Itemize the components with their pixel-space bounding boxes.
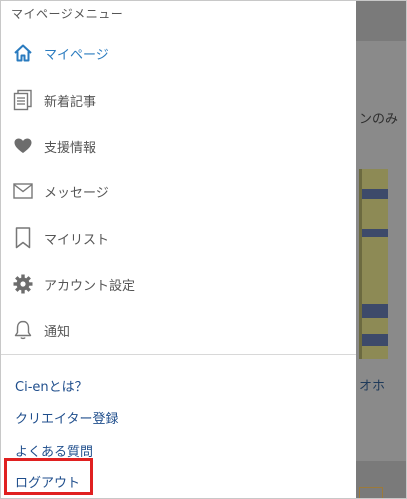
background-button: [359, 487, 383, 498]
menu-item-label: アカウント設定: [44, 278, 136, 294]
menu-item-notifications[interactable]: 通知: [1, 310, 356, 350]
background-text: ンのみ: [359, 112, 399, 127]
menu-item-label: メッセージ: [44, 185, 109, 201]
mail-icon: [12, 180, 34, 202]
menu-item-new-articles[interactable]: 新着記事: [1, 80, 356, 120]
document-icon: [12, 89, 34, 111]
menu-item-label: マイリスト: [44, 232, 110, 248]
mypage-menu-drawer: マイページメニュー マイページ 新着記事 支援情報 メッセージ マイリスト アカ…: [1, 1, 356, 498]
menu-item-mylist[interactable]: マイリスト: [1, 218, 356, 258]
heart-icon: [12, 135, 34, 157]
menu-item-messages[interactable]: メッセージ: [1, 171, 356, 211]
bookmark-icon: [12, 227, 34, 249]
menu-item-mypage[interactable]: マイページ: [1, 33, 356, 73]
menu-item-account-settings[interactable]: アカウント設定: [1, 264, 356, 304]
menu-item-support-info[interactable]: 支援情報: [1, 126, 356, 166]
home-icon: [12, 42, 34, 64]
drawer-title: マイページメニュー: [11, 7, 124, 21]
app-frame: ンのみ オホ マイページメニュー マイページ 新着記事 支援情報 メッセージ マ…: [0, 0, 407, 499]
menu-item-label: 支援情報: [44, 140, 97, 156]
menu-item-label: 通知: [44, 324, 71, 340]
menu-divider: [1, 354, 356, 355]
logout-highlight-box: [4, 458, 93, 495]
menu-item-label: マイページ: [44, 47, 109, 63]
background-banner-image: [359, 169, 388, 359]
menu-item-label: 新着記事: [44, 94, 97, 110]
link-creator-registration[interactable]: クリエイター登録: [15, 408, 118, 427]
background-text-lower: オホ: [359, 379, 386, 394]
bell-icon: [12, 319, 34, 341]
gear-icon: [12, 273, 34, 295]
link-about-ci-en[interactable]: Ci-enとは？: [15, 376, 88, 395]
